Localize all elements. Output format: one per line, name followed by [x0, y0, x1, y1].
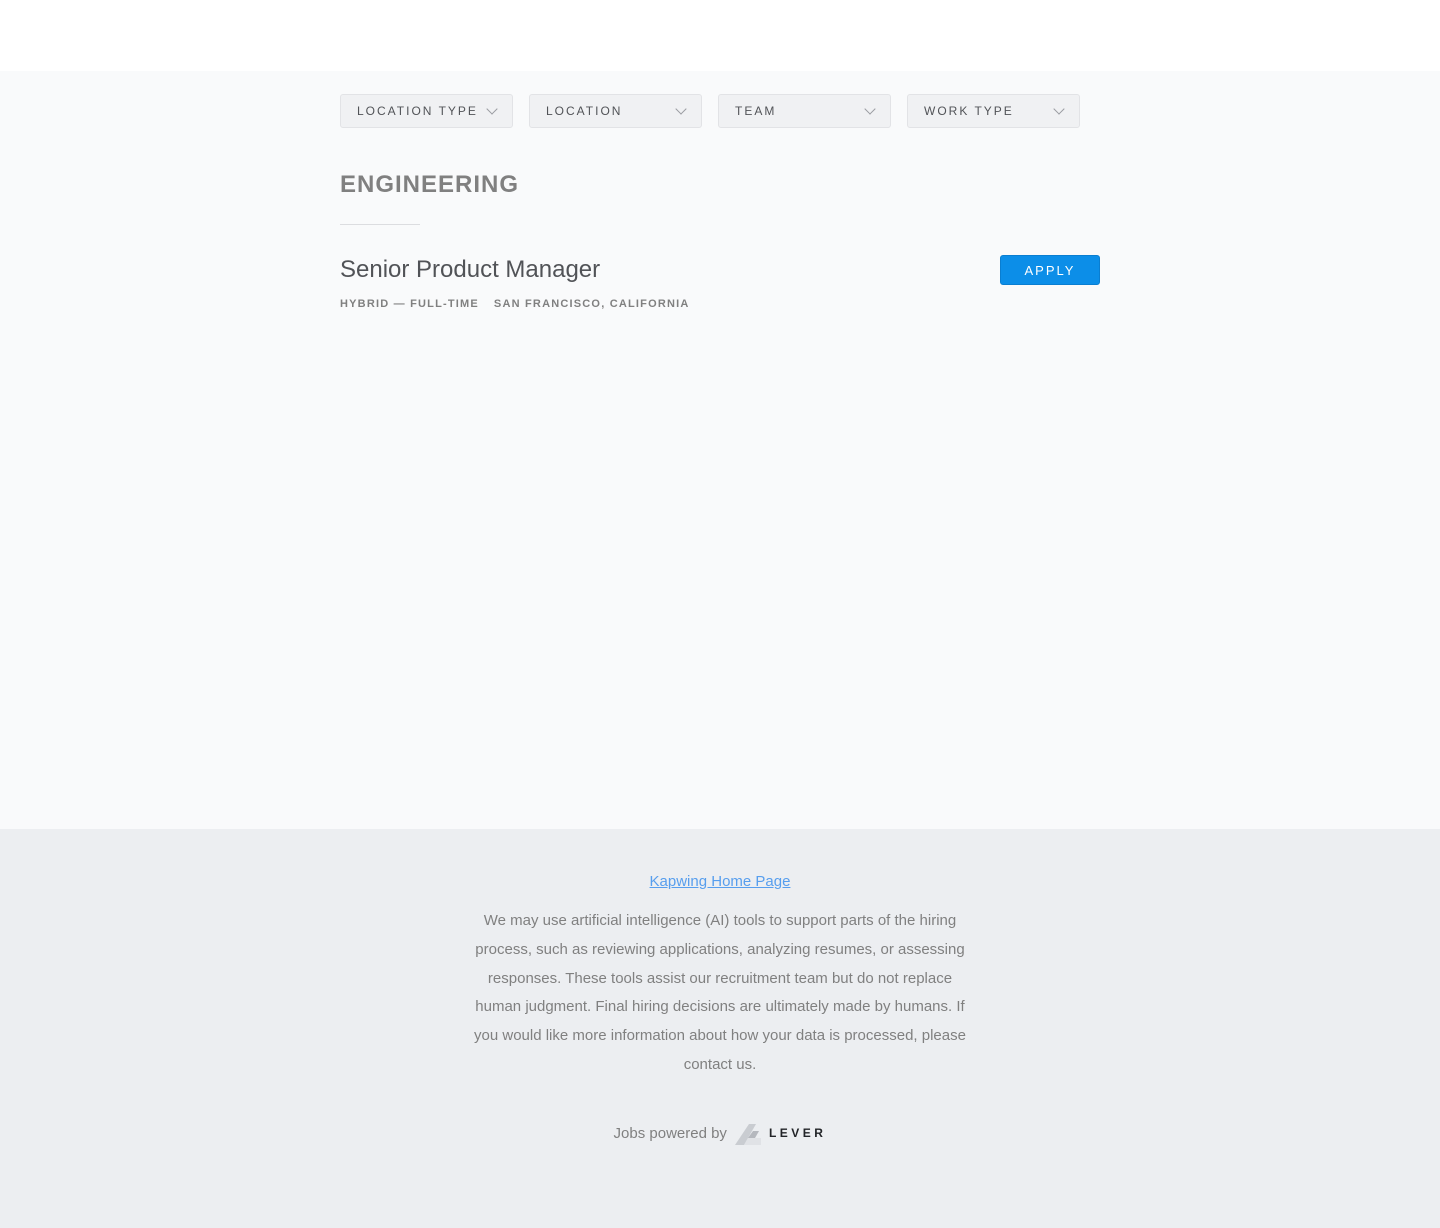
filter-location[interactable]: Location: [529, 94, 702, 128]
apply-button[interactable]: Apply: [1000, 255, 1100, 285]
chevron-down-icon: [1053, 102, 1065, 115]
filter-label: Work type: [924, 104, 1014, 118]
section-divider: [340, 224, 420, 225]
filter-label: Location: [546, 104, 623, 118]
chevron-down-icon: [486, 102, 498, 115]
chevron-down-icon: [675, 102, 687, 115]
footer: Kapwing Home Page We may use artificial …: [0, 829, 1440, 1228]
filter-work-type[interactable]: Work type: [907, 94, 1080, 128]
section-title: Engineering: [340, 171, 520, 198]
filter-label: Team: [735, 104, 777, 118]
top-bar: [0, 0, 1440, 71]
chevron-down-icon: [864, 102, 876, 115]
filter-team[interactable]: Team: [718, 94, 891, 128]
posting-commitment: Hybrid — Full-time: [340, 298, 479, 310]
main-content: Location type Location Team Work type En…: [0, 71, 1440, 829]
powered-by-text: Jobs powered by: [613, 1124, 727, 1142]
lever-wordmark: LEVER: [768, 1126, 827, 1140]
posting-title-link[interactable]: Senior Product Manager: [340, 255, 1100, 285]
posting-meta: Hybrid — Full-time San Francisco, Califo…: [340, 298, 1100, 310]
footer-link-wrap: Kapwing Home Page: [0, 873, 1440, 890]
filter-location-type[interactable]: Location type: [340, 94, 513, 128]
posting-location: San Francisco, California: [493, 298, 690, 310]
powered-by: Jobs powered by LEVER: [0, 1121, 1440, 1145]
filter-label: Location type: [357, 104, 478, 118]
ai-notice: We may use artificial intelligence (AI) …: [474, 912, 966, 1073]
lever-logo-link[interactable]: LEVER: [734, 1121, 827, 1145]
filter-bar: Location type Location Team Work type: [340, 94, 1080, 128]
job-posting: Senior Product Manager Hybrid — Full-tim…: [340, 255, 1100, 310]
lever-logo-icon: [734, 1124, 761, 1145]
home-page-link[interactable]: Kapwing Home Page: [650, 873, 791, 890]
